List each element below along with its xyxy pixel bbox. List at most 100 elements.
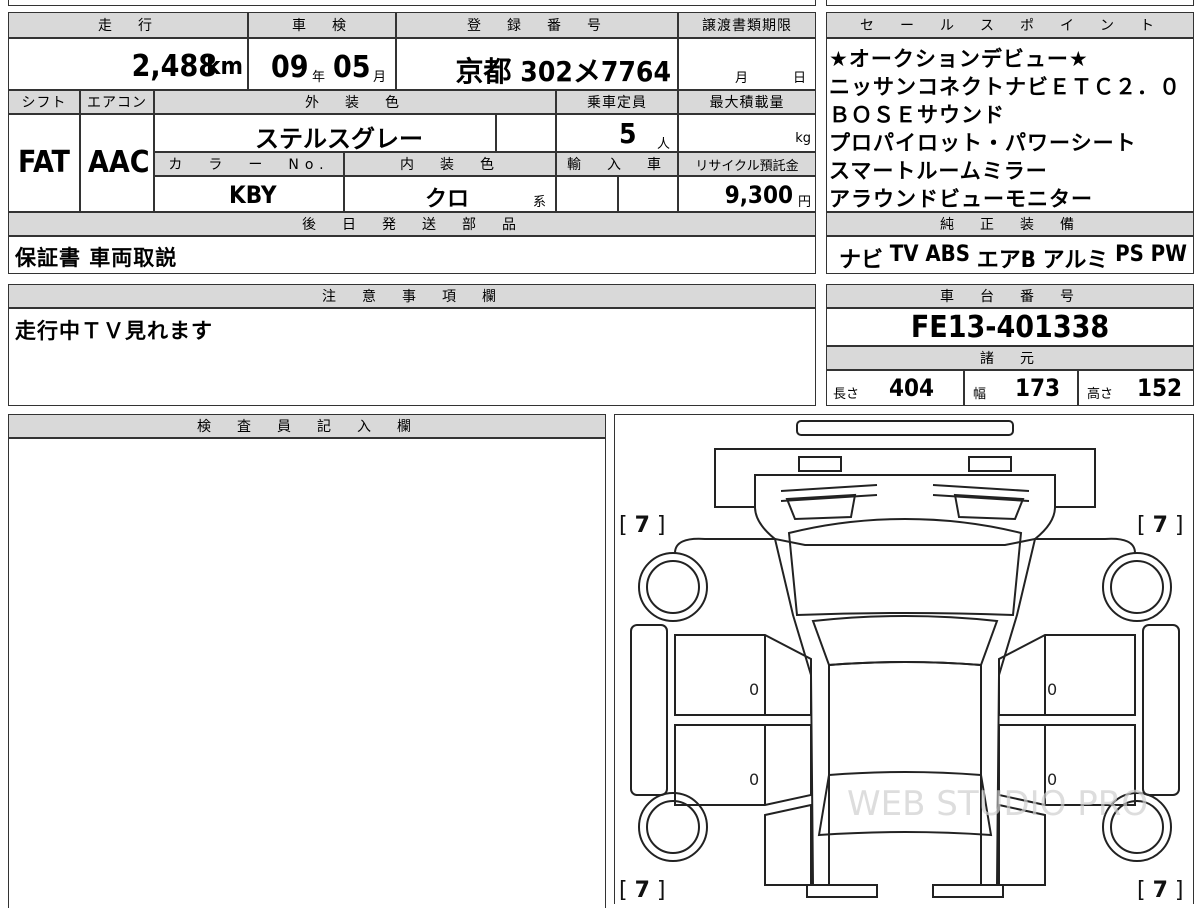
capacity-header: 乗車定員 bbox=[556, 90, 678, 114]
color-no-cell: KBY bbox=[154, 176, 344, 212]
recycle-fee-cell: 9,300 円 bbox=[678, 176, 816, 212]
watermark-text: WEB STUDIO PRO bbox=[847, 784, 1148, 824]
width-cell: 幅 173 bbox=[964, 370, 1078, 406]
height-value: 152 bbox=[1137, 374, 1183, 402]
equipment-list: ナビ TV ABS エアB アルミ PS PW bbox=[839, 242, 1187, 274]
transfer-month-unit: 月 bbox=[735, 71, 749, 86]
length-cell: 長さ 404 bbox=[826, 370, 964, 406]
mileage-unit: km bbox=[206, 52, 243, 80]
standard-equipment-header: 純 正 装 備 bbox=[826, 212, 1194, 236]
import-header: 輸 入 車 bbox=[556, 152, 678, 176]
aircon-value: AAC bbox=[88, 145, 150, 180]
left-rear-door bbox=[674, 724, 812, 806]
import-cell-b bbox=[618, 176, 678, 212]
registration-cell: 京都 302メ7764 bbox=[396, 38, 678, 90]
interior-color-value: クロ bbox=[425, 187, 470, 212]
sales-point-line: プロパイロット・パワーシート bbox=[829, 131, 1137, 155]
transfer-deadline-header: 譲渡書類期限 bbox=[678, 12, 816, 38]
right-front-door bbox=[998, 634, 1136, 716]
length-value: 404 bbox=[889, 374, 935, 402]
height-label: 高さ bbox=[1087, 387, 1114, 402]
hood-edge bbox=[754, 506, 1056, 546]
length-label: 長さ bbox=[833, 387, 860, 402]
tread-rear-left: [ 7 ] bbox=[619, 878, 665, 903]
equipment-item: TV bbox=[889, 242, 919, 267]
width-value: 173 bbox=[1015, 374, 1061, 402]
front-lamp-right bbox=[968, 456, 1012, 472]
sales-point-line: アラウンドビューモニター bbox=[829, 187, 1093, 211]
left-front-door bbox=[674, 634, 812, 716]
rear-left-wheel bbox=[638, 792, 708, 862]
mileage-header: 走 行 bbox=[8, 12, 248, 38]
transfer-deadline-cell: 月 日 bbox=[678, 38, 816, 90]
sales-points-body: ★オークションデビュー★ ニッサンコネクトナビＥＴＣ２．０ ＢＯＳＥサウンド プ… bbox=[826, 38, 1194, 212]
notes-text: 走行中ＴＶ見れます bbox=[15, 319, 213, 343]
right-door-gap bbox=[999, 714, 1135, 726]
shift-header: シフト bbox=[8, 90, 80, 114]
exterior-color-header: 外 装 色 bbox=[154, 90, 556, 114]
interior-color-cell: クロ 系 bbox=[344, 176, 556, 212]
interior-color-header: 内 装 色 bbox=[344, 152, 556, 176]
sales-points-header: セ ー ル ス ポ イ ン ト bbox=[826, 12, 1194, 38]
tread-rear-right: [ 7 ] bbox=[1137, 878, 1183, 903]
equipment-item: ナビ bbox=[839, 248, 884, 273]
front-section-outline bbox=[714, 448, 1096, 508]
front-left-wheel bbox=[638, 552, 708, 622]
front-bumper bbox=[796, 420, 1014, 436]
max-load-cell: kg bbox=[678, 114, 816, 152]
year-unit: 年 bbox=[312, 70, 326, 85]
rear-lamp-right bbox=[932, 884, 1004, 898]
equipment-item: ABS bbox=[925, 242, 970, 267]
front-right-wheel-inner bbox=[1110, 560, 1164, 614]
registration-header: 登 録 番 号 bbox=[396, 12, 678, 38]
sales-point-line: スマートルームミラー bbox=[829, 159, 1048, 183]
later-parts-value: 保証書 車両取説 bbox=[15, 246, 178, 270]
windshield bbox=[811, 615, 999, 667]
car-diagram: [ 7 ] [ 7 ] [ 7 ] [ 7 ] 0 0 0 0 WEB STUD… bbox=[619, 420, 1183, 903]
inspection-header: 車 検 bbox=[248, 12, 396, 38]
capacity-cell: 5 人 bbox=[556, 114, 678, 152]
registration-number: 京都 302メ7764 bbox=[455, 55, 671, 88]
car-diagram-frame: [ 7 ] [ 7 ] [ 7 ] [ 7 ] 0 0 0 0 WEB STUD… bbox=[614, 414, 1194, 904]
sales-point-line: ニッサンコネクトナビＥＴＣ２．０ bbox=[829, 75, 1181, 99]
max-load-header: 最大積載量 bbox=[678, 90, 816, 114]
panel-mark: 0 bbox=[749, 770, 759, 789]
sales-point-line: ＢＯＳＥサウンド bbox=[829, 103, 1005, 127]
panel-mark: 0 bbox=[1047, 680, 1057, 699]
exterior-color-cell: ステルスグレー bbox=[154, 114, 496, 153]
mileage-value: 2,488 bbox=[131, 49, 217, 84]
width-label: 幅 bbox=[973, 387, 987, 402]
inspection-month: 05 bbox=[333, 50, 371, 85]
aircon-cell: AAC bbox=[80, 114, 154, 212]
exterior-color-value: ステルスグレー bbox=[255, 125, 423, 153]
left-sill bbox=[630, 624, 668, 796]
aircon-header: エアコン bbox=[80, 90, 154, 114]
exterior-color-extra-cell bbox=[496, 114, 556, 152]
right-body-line bbox=[996, 537, 1136, 886]
notes-body: 走行中ＴＶ見れます bbox=[8, 308, 816, 406]
panel-mark: 0 bbox=[749, 680, 759, 699]
left-door-gap bbox=[675, 714, 811, 726]
rear-lamp-left bbox=[806, 884, 878, 898]
tread-front-right: [ 7 ] bbox=[1137, 513, 1183, 538]
equipment-item: エアB bbox=[976, 248, 1036, 273]
chassis-number: FE13-401338 bbox=[910, 310, 1110, 345]
capacity-value: 5 bbox=[619, 117, 637, 150]
interior-color-suffix: 系 bbox=[533, 195, 547, 210]
top-crop-strip bbox=[0, 0, 1200, 6]
right-sill bbox=[1142, 624, 1180, 796]
month-unit: 月 bbox=[373, 70, 387, 85]
recycle-fee-value: 9,300 bbox=[724, 181, 793, 209]
rear-left-wheel-inner bbox=[646, 800, 700, 854]
sales-point-line: ★オークションデビュー★ bbox=[829, 47, 1089, 71]
inspection-year: 09 bbox=[271, 50, 309, 85]
inspector-header: 検 査 員 記 入 欄 bbox=[8, 414, 606, 438]
mileage-cell: 2,488 km bbox=[8, 38, 248, 90]
chassis-cell: FE13-401338 bbox=[826, 308, 1194, 346]
notes-header: 注 意 事 項 欄 bbox=[8, 284, 816, 308]
color-no-header: カ ラ ー No. bbox=[154, 152, 344, 176]
capacity-unit: 人 bbox=[657, 137, 671, 152]
specs-header: 諸 元 bbox=[826, 346, 1194, 370]
later-parts-header: 後 日 発 送 部 品 bbox=[8, 212, 816, 236]
front-right-wheel bbox=[1102, 552, 1172, 622]
